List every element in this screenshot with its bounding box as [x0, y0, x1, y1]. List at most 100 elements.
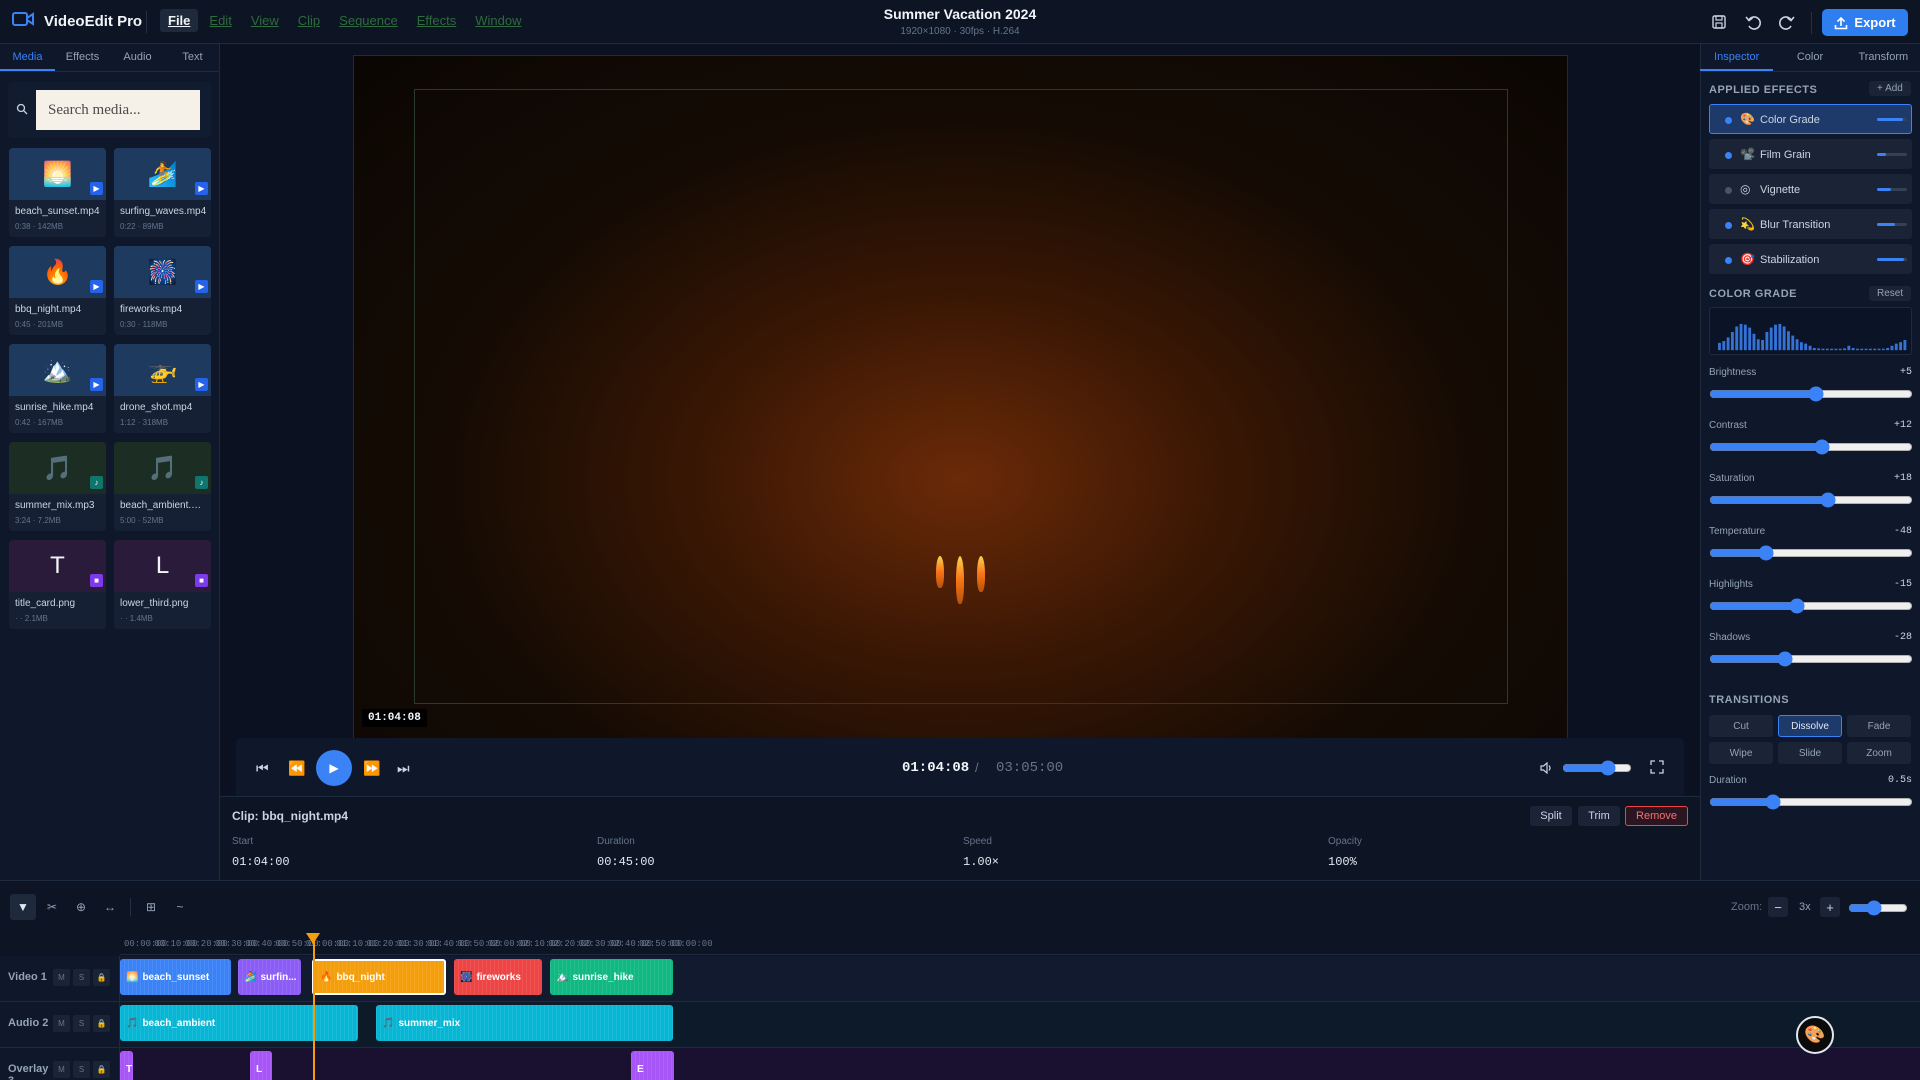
reset-button[interactable]: Reset	[1869, 286, 1912, 301]
effect-icon: ◎	[1740, 182, 1751, 196]
media-item[interactable]: 🌅 ▶ beach_sunset.mp4 0:38 · 142MB	[9, 148, 106, 237]
video-clip[interactable]: 🔥 bbq_night	[312, 959, 446, 995]
tab-inspector[interactable]: Inspector	[1700, 44, 1774, 71]
lock-icon[interactable]: 🔒	[93, 1061, 110, 1078]
media-item[interactable]: 🚁 ▶ drone_shot.mp4 1:12 · 318MB	[114, 344, 211, 433]
track-lane-audio[interactable]: 🎵 beach_ambient 🎵 summer_mix	[120, 1002, 1920, 1048]
media-item[interactable]: L ■ lower_third.png · · 1.4MB	[114, 540, 211, 629]
palette-button[interactable]: 🎨	[1796, 1016, 1834, 1054]
search-input[interactable]	[36, 90, 200, 130]
brightness-slider[interactable]	[1709, 386, 1913, 402]
media-item[interactable]: 🎵 ♪ beach_ambient.wav 5:00 · 52MB	[114, 442, 211, 531]
volume-icon[interactable]	[1539, 761, 1553, 775]
transition-duration-slider[interactable]	[1709, 794, 1913, 810]
tab-transform[interactable]: Transform	[1847, 44, 1920, 71]
tab-media[interactable]: Media	[0, 44, 55, 71]
effect-amount-bar[interactable]	[1877, 118, 1907, 121]
effect-item[interactable]: 🎯 Stabilization	[1709, 244, 1912, 274]
temperature-slider[interactable]	[1709, 545, 1913, 561]
media-item[interactable]: 🏄 ▶ surfing_waves.mp4 0:22 · 89MB	[114, 148, 211, 237]
zoom-slider[interactable]	[1848, 900, 1908, 916]
playhead[interactable]	[313, 935, 315, 1080]
razor-tool[interactable]: ✂	[39, 894, 65, 920]
media-item[interactable]: 🔥 ▶ bbq_night.mp4 0:45 · 201MB	[9, 246, 106, 335]
export-button[interactable]: Export	[1822, 9, 1908, 36]
effect-toggle[interactable]	[1725, 257, 1732, 264]
mute-button[interactable]: M	[53, 1061, 70, 1078]
audio-clip[interactable]: 🎵 beach_ambient	[120, 1005, 358, 1041]
skip-to-start-icon[interactable]: ⏮	[256, 760, 269, 777]
effect-amount-bar[interactable]	[1877, 223, 1907, 226]
audio-clip[interactable]: 🎵 summer_mix	[376, 1005, 673, 1041]
mute-button[interactable]: M	[53, 1015, 70, 1032]
select-tool[interactable]: ▼	[10, 894, 36, 920]
undo-icon[interactable]	[1743, 12, 1763, 32]
split-button[interactable]: Split	[1530, 806, 1572, 826]
media-item[interactable]: 🎆 ▶ fireworks.mp4 0:30 · 118MB	[114, 246, 211, 335]
transition-fade[interactable]: Fade	[1847, 715, 1911, 737]
save-icon[interactable]	[1709, 12, 1729, 32]
effect-toggle[interactable]	[1725, 187, 1732, 194]
effect-item[interactable]: ◎ Vignette	[1709, 174, 1912, 204]
effect-amount-bar[interactable]	[1877, 153, 1907, 156]
mute-button[interactable]: M	[53, 969, 70, 986]
rewind-icon[interactable]: ⏪	[288, 760, 305, 777]
video-clip[interactable]: 🏄 surfin...	[238, 959, 301, 995]
tab-text[interactable]: Text	[165, 44, 220, 71]
solo-button[interactable]: S	[73, 1061, 90, 1078]
skip-to-end-icon[interactable]: ⏭	[397, 760, 410, 777]
transition-wipe[interactable]: Wipe	[1709, 742, 1773, 764]
add-tool[interactable]: ⊕	[68, 894, 94, 920]
transition-slide[interactable]: Slide	[1778, 742, 1842, 764]
trim-button[interactable]: Trim	[1578, 806, 1620, 826]
effect-toggle[interactable]	[1725, 152, 1732, 159]
media-item[interactable]: T ■ title_card.png · · 2.1MB	[9, 540, 106, 629]
video-clip[interactable]: 🎆 fireworks	[454, 959, 542, 995]
effect-toggle[interactable]	[1725, 117, 1732, 124]
overlay-clip[interactable]: T	[120, 1051, 133, 1080]
effect-amount-bar[interactable]	[1877, 258, 1907, 261]
fast-forward-icon[interactable]: ⏩	[363, 760, 380, 777]
media-item[interactable]: 🏔️ ▶ sunrise_hike.mp4 0:42 · 167MB	[9, 344, 106, 433]
tab-color[interactable]: Color	[1773, 44, 1846, 71]
remove-button[interactable]: Remove	[1625, 806, 1688, 826]
overlay-clip[interactable]: L	[250, 1051, 272, 1080]
transition-zoom[interactable]: Zoom	[1847, 742, 1911, 764]
play-button[interactable]: ▶	[316, 750, 352, 786]
tab-audio[interactable]: Audio	[110, 44, 165, 71]
volume-slider[interactable]	[1562, 760, 1632, 776]
overlay-clip[interactable]: E	[631, 1051, 674, 1080]
media-item[interactable]: 🎵 ♪ summer_mix.mp3 3:24 · 7.2MB	[9, 442, 106, 531]
effect-item[interactable]: 📽️ Film Grain	[1709, 139, 1912, 169]
add-effect-button[interactable]: + Add	[1869, 81, 1911, 96]
ripple-tool[interactable]: ↔	[97, 894, 123, 920]
track-lane-video[interactable]: 🌅 beach_sunset 🏄 surfin... 🔥 bbq_night 🎆 firewo…	[120, 956, 1920, 1002]
redo-icon[interactable]	[1777, 12, 1797, 32]
curve-tool[interactable]: ~	[167, 894, 193, 920]
snap-tool[interactable]: ⊞	[138, 894, 164, 920]
effect-item[interactable]: 💫 Blur Transition	[1709, 209, 1912, 239]
histogram-bar	[1722, 341, 1726, 351]
transition-cut[interactable]: Cut	[1709, 715, 1773, 737]
solo-button[interactable]: S	[73, 1015, 90, 1032]
solo-button[interactable]: S	[73, 969, 90, 986]
track-lane-overlay[interactable]: TLE	[120, 1048, 1920, 1080]
fullscreen-icon[interactable]	[1650, 760, 1664, 774]
tab-effects[interactable]: Effects	[55, 44, 110, 71]
shadows-slider[interactable]	[1709, 651, 1913, 667]
transition-dissolve[interactable]: Dissolve	[1778, 715, 1842, 737]
effect-amount-bar[interactable]	[1877, 188, 1907, 191]
zoom-in-button[interactable]: +	[1820, 897, 1840, 917]
effect-item[interactable]: 🎨 Color Grade	[1709, 104, 1912, 134]
effect-toggle[interactable]	[1725, 222, 1732, 229]
saturation-slider[interactable]	[1709, 492, 1913, 508]
playhead-handle[interactable]	[306, 933, 320, 944]
histogram-bar	[1761, 339, 1765, 351]
video-clip[interactable]: 🏔️ sunrise_hike	[550, 959, 673, 995]
lock-icon[interactable]: 🔒	[93, 969, 110, 986]
lock-icon[interactable]: 🔒	[93, 1015, 110, 1032]
contrast-slider[interactable]	[1709, 439, 1913, 455]
video-clip[interactable]: 🌅 beach_sunset	[120, 959, 231, 995]
zoom-out-button[interactable]: −	[1768, 897, 1788, 917]
highlights-slider[interactable]	[1709, 598, 1913, 614]
